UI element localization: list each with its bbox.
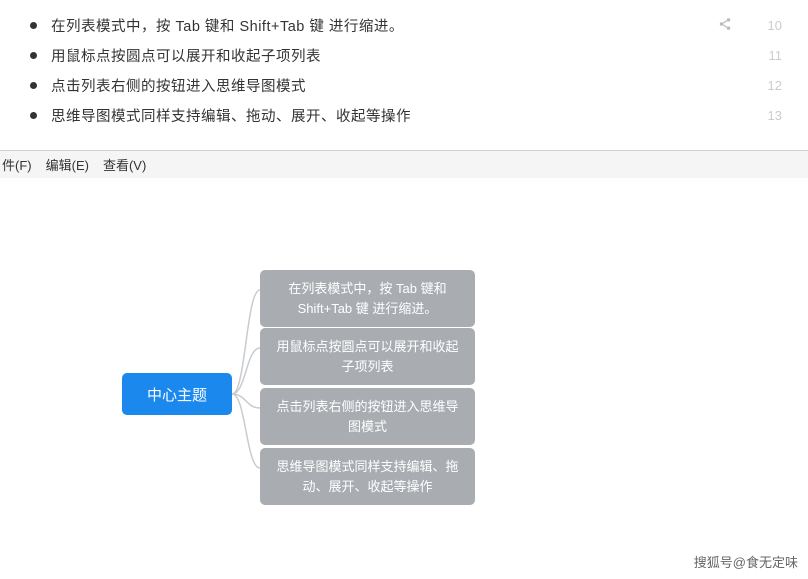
mindmap-canvas[interactable]: 中心主题 在列表模式中，按 Tab 键和 Shift+Tab 键 进行缩进。 用… — [0, 178, 808, 548]
line-number: 12 — [760, 78, 782, 93]
mindmap-child-node[interactable]: 在列表模式中，按 Tab 键和 Shift+Tab 键 进行缩进。 — [260, 270, 475, 327]
menu-file[interactable]: 件(F) — [2, 155, 32, 174]
center-node-label: 中心主题 — [147, 384, 207, 405]
list-item-text[interactable]: 点击列表右侧的按钮进入思维导图模式 — [51, 75, 760, 96]
list-item[interactable]: 用鼠标点按圆点可以展开和收起子项列表 11 — [30, 40, 788, 70]
list-item-text[interactable]: 在列表模式中，按 Tab 键和 Shift+Tab 键 进行缩进。 — [51, 15, 718, 36]
menu-view[interactable]: 查看(V) — [103, 155, 146, 174]
mindmap-child-node[interactable]: 思维导图模式同样支持编辑、拖动、展开、收起等操作 — [260, 448, 475, 505]
list-item-text[interactable]: 思维导图模式同样支持编辑、拖动、展开、收起等操作 — [51, 105, 760, 126]
bullet-icon[interactable] — [30, 112, 37, 119]
bullet-icon[interactable] — [30, 22, 37, 29]
bullet-icon[interactable] — [30, 82, 37, 89]
child-node-label: 思维导图模式同样支持编辑、拖动、展开、收起等操作 — [276, 459, 458, 494]
bullet-icon[interactable] — [30, 52, 37, 59]
share-icon[interactable] — [718, 17, 732, 34]
menubar: 件(F) 编辑(E) 查看(V) — [0, 150, 808, 178]
list-item[interactable]: 思维导图模式同样支持编辑、拖动、展开、收起等操作 13 — [30, 100, 788, 130]
outline-list: 在列表模式中，按 Tab 键和 Shift+Tab 键 进行缩进。 10 用鼠标… — [0, 0, 808, 150]
line-number: 13 — [760, 108, 782, 123]
mindmap-center-node[interactable]: 中心主题 — [122, 373, 232, 415]
list-item-text[interactable]: 用鼠标点按圆点可以展开和收起子项列表 — [51, 45, 760, 66]
list-item[interactable]: 在列表模式中，按 Tab 键和 Shift+Tab 键 进行缩进。 10 — [30, 10, 788, 40]
line-number: 11 — [760, 48, 782, 63]
mindmap-child-node[interactable]: 点击列表右侧的按钮进入思维导图模式 — [260, 388, 475, 445]
watermark-text: 搜狐号@食无定味 — [694, 552, 798, 571]
child-node-label: 用鼠标点按圆点可以展开和收起子项列表 — [276, 339, 458, 374]
line-number: 10 — [760, 18, 782, 33]
list-item[interactable]: 点击列表右侧的按钮进入思维导图模式 12 — [30, 70, 788, 100]
child-node-label: 在列表模式中，按 Tab 键和 Shift+Tab 键 进行缩进。 — [288, 281, 446, 316]
child-node-label: 点击列表右侧的按钮进入思维导图模式 — [276, 399, 458, 434]
menu-edit[interactable]: 编辑(E) — [46, 155, 89, 174]
mindmap-child-node[interactable]: 用鼠标点按圆点可以展开和收起子项列表 — [260, 328, 475, 385]
